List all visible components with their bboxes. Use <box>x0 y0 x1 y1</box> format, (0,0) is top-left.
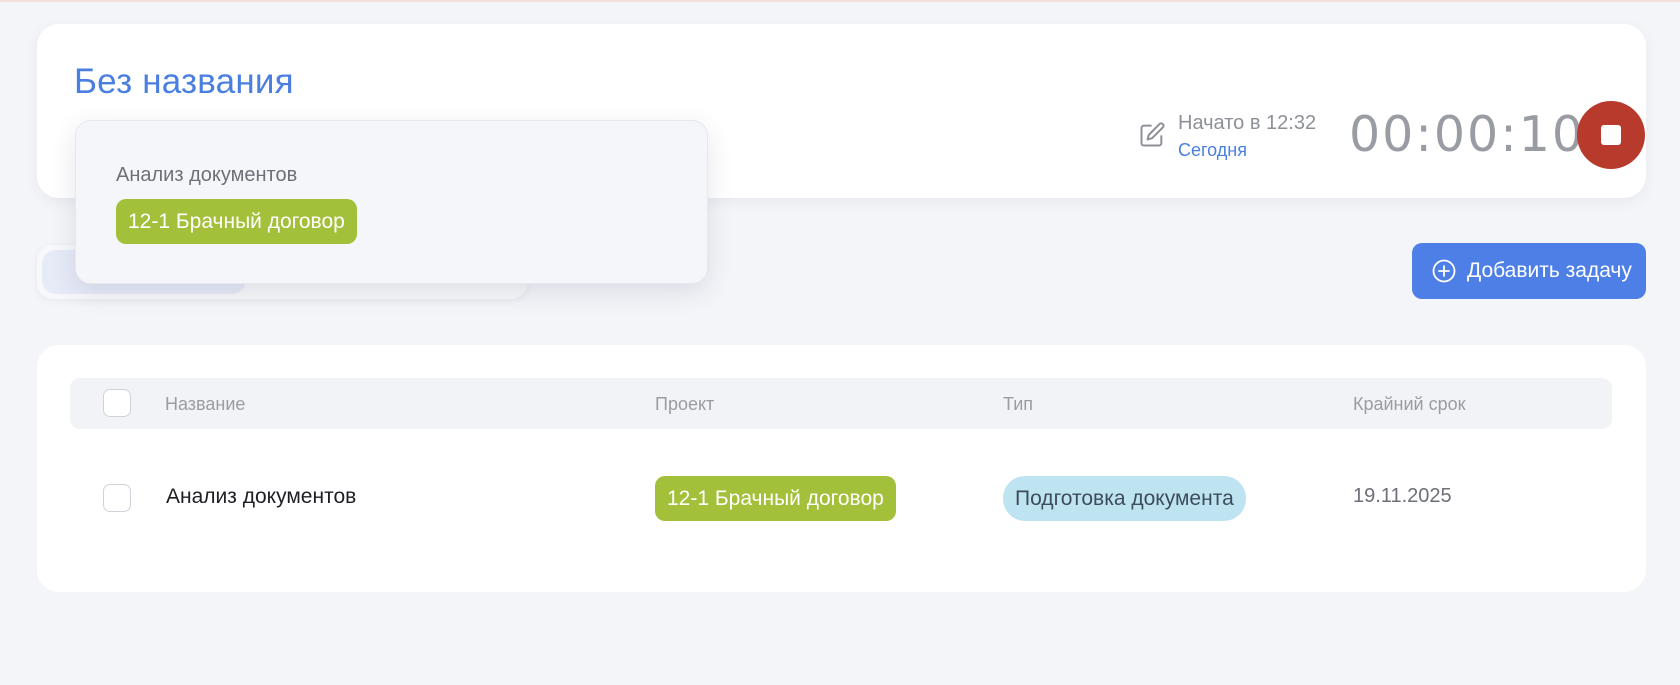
column-header-deadline[interactable]: Крайний срок <box>1353 394 1466 415</box>
stop-icon <box>1601 125 1621 145</box>
column-header-type[interactable]: Тип <box>1003 394 1033 415</box>
task-popover: Анализ документов 12-1 Брачный договор <box>75 120 708 284</box>
started-day-link[interactable]: Сегодня <box>1178 140 1247 161</box>
table-header: Название Проект Тип Крайний срок <box>70 378 1612 429</box>
timer-title[interactable]: Без названия <box>74 62 294 102</box>
row-checkbox[interactable] <box>103 484 131 512</box>
popover-task-name[interactable]: Анализ документов <box>116 164 297 187</box>
tasks-table-card: Название Проект Тип Крайний срок Анализ … <box>37 345 1646 592</box>
popover-project-tag[interactable]: 12-1 Брачный договор <box>116 199 357 244</box>
project-tag[interactable]: 12-1 Брачный договор <box>655 476 896 521</box>
add-task-label: Добавить задачу <box>1467 259 1632 282</box>
task-name[interactable]: Анализ документов <box>166 485 356 509</box>
table-row[interactable]: Анализ документов 12-1 Брачный договор П… <box>70 469 1612 527</box>
add-task-button[interactable]: Добавить задачу <box>1412 243 1646 299</box>
edit-icon[interactable] <box>1138 121 1166 149</box>
elapsed-time: 00:00:10 <box>1349 106 1586 163</box>
top-border-line <box>0 0 1680 2</box>
plus-circle-icon <box>1432 259 1456 283</box>
column-header-name[interactable]: Название <box>165 394 245 415</box>
column-header-project[interactable]: Проект <box>655 394 714 415</box>
type-badge: Подготовка документа <box>1003 476 1246 521</box>
stop-timer-button[interactable] <box>1577 101 1645 169</box>
select-all-checkbox[interactable] <box>103 389 131 417</box>
deadline-date: 19.11.2025 <box>1353 485 1452 507</box>
started-time-text: Начато в 12:32 <box>1178 112 1317 134</box>
